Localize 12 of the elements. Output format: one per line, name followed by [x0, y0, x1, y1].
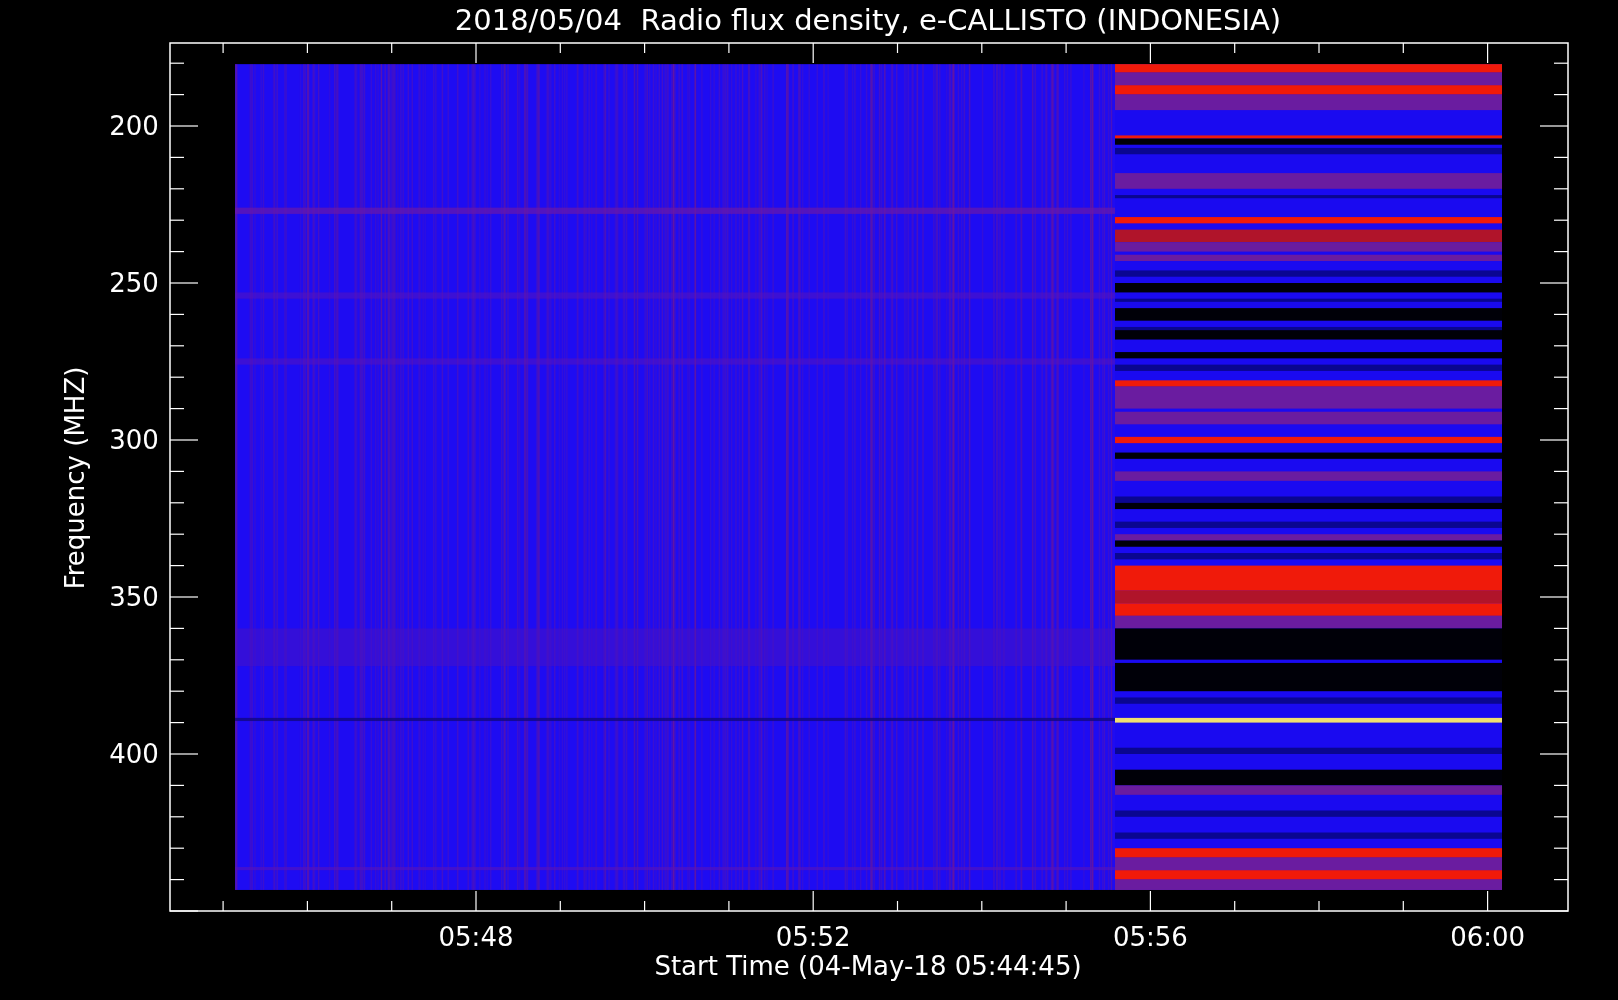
y-tick-label: 300 — [109, 425, 159, 455]
x-tick-label: 06:00 — [1450, 922, 1526, 952]
y-tick-label: 250 — [109, 268, 159, 298]
y-axis-label: Frequency (MHZ) — [60, 366, 90, 590]
x-tick-label: 05:56 — [1112, 922, 1188, 952]
chart-title: 2018/05/04 Radio flux density, e-CALLISTO (INDONESIA) — [454, 3, 1282, 37]
y-tick-label: 350 — [109, 582, 159, 612]
x-tick-label: 05:48 — [438, 922, 514, 952]
x-axis-label: Start Time (04-May-18 05:44:45) — [654, 951, 1082, 981]
x-tick-label: 05:52 — [775, 922, 851, 952]
y-tick-label: 200 — [109, 111, 159, 141]
y-tick-label: 400 — [109, 739, 159, 769]
